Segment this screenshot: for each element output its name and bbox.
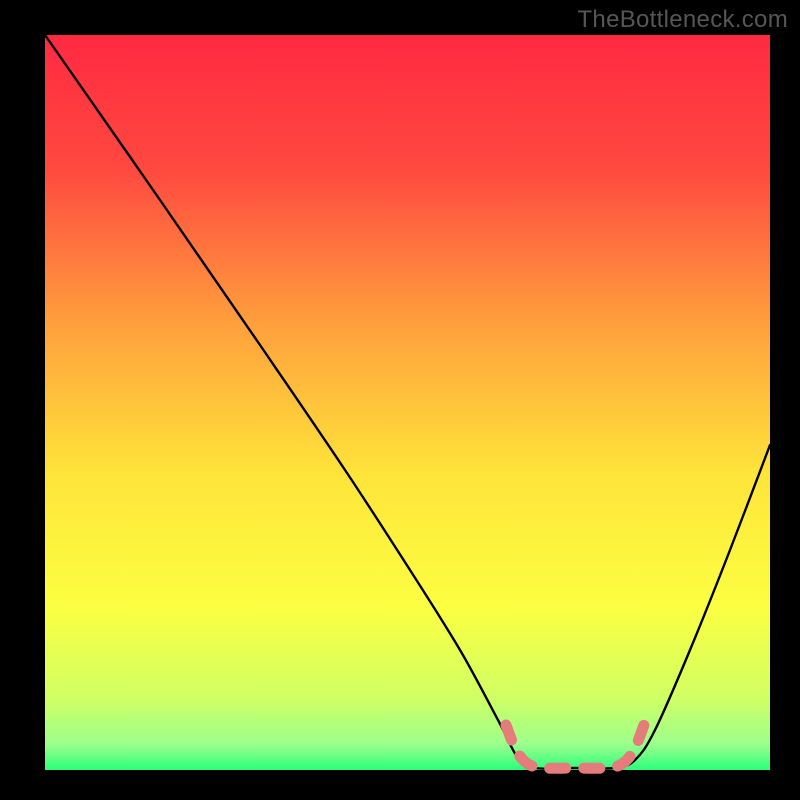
plot-background [45, 35, 770, 770]
chart-stage: TheBottleneck.com [0, 0, 800, 800]
bottleneck-chart [0, 0, 800, 800]
watermark-text: TheBottleneck.com [577, 6, 788, 34]
